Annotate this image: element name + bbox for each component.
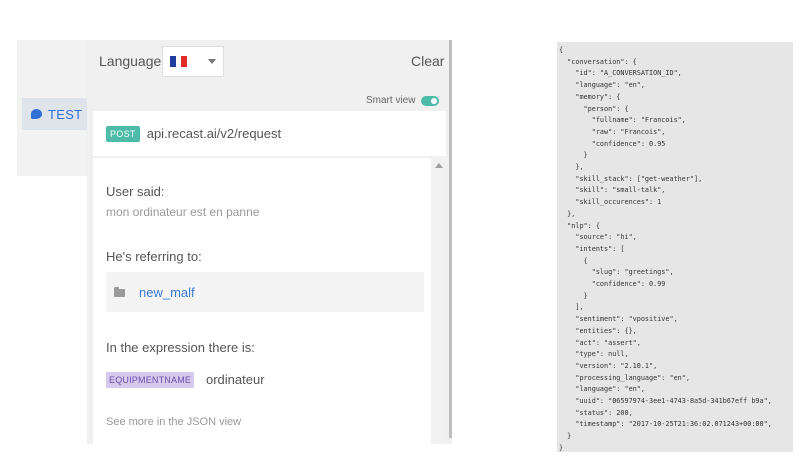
json-line: "uuid": "06597974-3ee1-4743-8a5d-341b67e…	[559, 397, 772, 405]
json-line: }	[559, 432, 572, 441]
intent-reference[interactable]: new_malf	[106, 272, 424, 312]
json-line: "confidence": 0.95	[559, 139, 666, 148]
json-line: },	[559, 209, 576, 218]
json-line: "slug": "greetings",	[559, 268, 674, 277]
json-line: ],	[559, 303, 584, 312]
json-line: "person": {	[559, 104, 629, 113]
json-line: "act": "assert",	[559, 338, 641, 347]
json-line: "conversation": {	[559, 57, 637, 66]
method-badge: POST	[106, 125, 140, 142]
json-line: "status": 200,	[559, 408, 633, 417]
json-view: { "conversation": { "id": "A_CONVERSATIO…	[557, 42, 793, 452]
scroll-up-icon[interactable]	[435, 163, 443, 168]
json-line: "language": "en",	[559, 81, 645, 90]
json-line: "source": "hi",	[559, 233, 637, 242]
json-line: "entities": {},	[559, 326, 637, 335]
json-line: "confidence": 0.99	[559, 280, 666, 288]
json-line: "id": "A_CONVERSATION_ID",	[559, 69, 682, 78]
json-line: }	[559, 151, 588, 160]
entity-value: ordinateur	[206, 372, 265, 387]
smart-view-label: Smart view	[366, 95, 416, 106]
chat-bubble-icon	[31, 109, 42, 119]
user-said-value: mon ordinateur est en panne	[106, 205, 260, 219]
json-line: {	[559, 46, 564, 54]
json-line: "skill_occurences": 1	[559, 198, 662, 207]
json-line: "sentiment": "vpositive",	[559, 315, 678, 324]
intent-link[interactable]: new_malf	[139, 285, 195, 300]
json-line: "raw": "Francois",	[559, 127, 666, 136]
json-line: },	[559, 163, 584, 171]
user-said-label: User said:	[106, 184, 165, 199]
json-line: "timestamp": "2017-10-25T21:36:02.071243…	[559, 420, 772, 429]
json-line: }	[559, 443, 564, 452]
language-select[interactable]	[162, 46, 224, 77]
entity-tag: EQUIPMENTNAME	[106, 372, 195, 388]
chevron-down-icon	[208, 59, 216, 64]
json-line: "skill": "small-talk",	[559, 186, 666, 195]
json-line: "type": null,	[559, 350, 629, 359]
tab-test-label: TEST	[48, 106, 83, 122]
json-line: "nlp": {	[559, 221, 600, 230]
json-line: "version": "2.10.1",	[559, 361, 658, 370]
panel-divider	[449, 40, 452, 438]
json-line: }	[559, 291, 588, 300]
expression-label: In the expression there is:	[106, 340, 255, 355]
referring-label: He's referring to:	[106, 249, 202, 264]
clear-button[interactable]: Clear	[411, 53, 444, 69]
json-line: "skill_stack": ["get-weather"],	[559, 174, 703, 183]
request-url: api.recast.ai/v2/request	[146, 126, 282, 141]
json-line: "language": "en",	[559, 385, 645, 394]
json-line: "memory": {	[559, 92, 621, 101]
json-line: "intents": [	[559, 244, 625, 253]
see-more-json-link[interactable]: See more in the JSON view	[106, 416, 241, 428]
french-flag-icon	[170, 56, 188, 67]
tab-test[interactable]: TEST	[22, 98, 88, 130]
language-label: Language	[99, 53, 162, 69]
json-line: "processing_language": "en",	[559, 373, 690, 382]
request-card: POST api.recast.ai/v2/request	[93, 111, 446, 156]
scrollbar[interactable]	[431, 158, 446, 444]
folder-icon	[114, 287, 125, 297]
smart-view-toggle[interactable]	[421, 96, 439, 106]
json-line: "fullname": "Francois",	[559, 116, 686, 125]
json-line: {	[559, 256, 588, 265]
